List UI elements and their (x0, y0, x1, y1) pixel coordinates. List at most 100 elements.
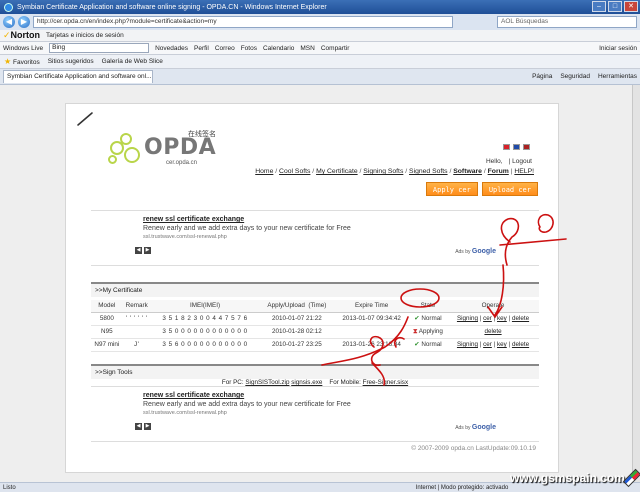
menu-forum[interactable]: Forum (488, 168, 509, 175)
security-menu[interactable]: Seguridad (560, 73, 590, 80)
menu-signed-softs[interactable]: Signed Softs (409, 168, 448, 175)
vertical-scrollbar[interactable] (632, 85, 640, 482)
check-icon: ✔ (414, 341, 420, 348)
user-greeting: Hello, | Logout (485, 158, 532, 165)
favorites-button[interactable]: ★ Favoritos (4, 57, 40, 66)
logout-link[interactable]: | Logout (509, 158, 532, 165)
next-arrow-icon[interactable]: ▶ (144, 247, 151, 254)
apply-time-cell: 2010-01-28 02:12 (259, 325, 335, 339)
column-header: Model (91, 300, 123, 313)
live-item[interactable]: Perfil (194, 45, 209, 52)
cer-link[interactable]: cer (483, 315, 492, 322)
next-arrow-icon[interactable]: ▶ (144, 423, 151, 430)
key-link[interactable]: key (497, 315, 507, 322)
expire-time-cell: 2013-01-26 23:16:34 (334, 338, 409, 352)
column-header: State (408, 300, 448, 313)
site-footer: © 2007-2009 opda.cn LastUpdate:09.10.19 (411, 445, 536, 452)
live-item[interactable]: Novedades (155, 45, 188, 52)
remark-cell: J' (122, 338, 151, 352)
menu-software[interactable]: Software (453, 168, 482, 175)
ads-by-google[interactable]: Ads by Google (455, 248, 496, 255)
signsistool-link[interactable]: SignSISTool.zip (245, 379, 289, 386)
apply-time-cell: 2010-01-07 21:22 (259, 312, 335, 326)
upload-cer-button[interactable]: Upload cer (481, 182, 538, 196)
norton-logo: ✓Norton (3, 30, 41, 40)
page-menu[interactable]: Página (532, 73, 552, 80)
norton-cards-button[interactable]: Tarjetas e inicios de sesión (46, 32, 124, 39)
window-title: Symbian Certificate Application and soft… (17, 3, 327, 11)
windows-live-toolbar: Windows Live Bing Novedades Perfil Corre… (0, 42, 640, 55)
ad-text: Renew early and we add extra days to you… (143, 225, 351, 232)
tab-active[interactable]: Symbian Certificate Application and soft… (3, 70, 153, 83)
ad-url[interactable]: ssl.trustwave.com/ssl-renewal.php (143, 234, 227, 240)
window-controls: – □ ✕ (592, 1, 638, 12)
ads-by-google[interactable]: Ads by Google (455, 424, 496, 431)
model-cell: N97 mini (91, 338, 123, 352)
bing-search-input[interactable]: Bing (49, 43, 150, 53)
delete-link[interactable]: delete (512, 341, 529, 348)
back-button[interactable]: ◀ (3, 16, 15, 28)
windows-live-button[interactable]: Windows Live (3, 45, 43, 52)
signing-link[interactable]: Signing (457, 315, 478, 322)
live-item[interactable]: Calendario (263, 45, 294, 52)
close-button[interactable]: ✕ (624, 1, 638, 12)
apply-cer-button[interactable]: Apply cer (425, 182, 478, 196)
signing-link[interactable]: Signing (457, 341, 478, 348)
expire-time-cell (334, 325, 409, 339)
key-link[interactable]: key (497, 341, 507, 348)
table-row: 5800 ' ' ' ' ' ' 3 5 1 8 2 3 0 0 4 4 7 5… (91, 312, 539, 326)
menu-home[interactable]: Home (255, 168, 273, 175)
delete-link[interactable]: delete (484, 328, 501, 335)
column-header: Apply/Upload (Time) (259, 300, 335, 313)
signsis-exe-link[interactable]: signsis.exe (291, 379, 322, 386)
ad-title[interactable]: renew ssl certificate exchange (143, 392, 244, 399)
ad-url[interactable]: ssl.trustwave.com/ssl-renewal.php (143, 410, 227, 416)
live-item[interactable]: Correo (215, 45, 235, 52)
zone-indicator: Internet | Modo protegido: activado (415, 484, 509, 491)
model-cell: N95 (91, 325, 123, 339)
signin-link[interactable]: Iniciar sesión (599, 45, 637, 52)
opda-logo[interactable]: OPDA 在线签名 cer.opda.cn (106, 129, 216, 169)
menu-my-certificate[interactable]: My Certificate (316, 168, 358, 175)
action-buttons: Apply cer Upload cer (425, 182, 538, 196)
live-item[interactable]: MSN (300, 45, 314, 52)
ad-text: Renew early and we add extra days to you… (143, 401, 351, 408)
live-item[interactable]: Fotos (241, 45, 257, 52)
menu-signing-softs[interactable]: Signing Softs (363, 168, 403, 175)
hourglass-icon: ⧗ (412, 327, 418, 335)
search-input[interactable]: AOL Búsquedas (497, 16, 637, 28)
flag-icon[interactable] (523, 144, 530, 150)
live-item[interactable]: Compartir (321, 45, 350, 52)
expire-time-cell: 2013-01-07 09:34:42 (334, 312, 409, 326)
menu-cool-softs[interactable]: Cool Softs (279, 168, 310, 175)
menu-help[interactable]: HELP! (514, 168, 534, 175)
free-signer-link[interactable]: Free-Signer.sisx (363, 379, 409, 386)
tools-menu[interactable]: Herramientas (598, 73, 637, 80)
forward-button[interactable]: ▶ (18, 16, 30, 28)
suggested-sites-link[interactable]: Sitios sugeridos (48, 58, 94, 65)
imei-cell: 3 5 6 0 0 0 0 0 0 0 0 0 0 0 (150, 338, 260, 352)
table-row: N95 3 5 0 0 0 0 0 0 0 0 0 0 0 0 2010-01-… (91, 325, 539, 339)
cer-link[interactable]: cer (483, 341, 492, 348)
state-cell: ✔ Normal (408, 338, 448, 352)
flag-icon[interactable] (513, 144, 520, 150)
maximize-button[interactable]: □ (608, 1, 622, 12)
gsmspain-watermark: www.gsmspain.com (510, 464, 640, 492)
opda-page: OPDA 在线签名 cer.opda.cn Hello, | Logout Hom… (65, 103, 559, 473)
sign-tools-heading: >>Sign Tools (91, 364, 539, 379)
table-row: N97 mini J' 3 5 6 0 0 0 0 0 0 0 0 0 0 0 … (91, 338, 539, 352)
prev-arrow-icon[interactable]: ◀ (135, 247, 142, 254)
address-input[interactable]: http://cer.opda.cn/en/index.php?module=c… (33, 16, 453, 28)
delete-link[interactable]: delete (512, 315, 529, 322)
operate-cell: Signing | cer | key | delete (447, 312, 539, 326)
ad-block-bottom: renew ssl certificate exchange Renew ear… (91, 386, 539, 442)
ad-title[interactable]: renew ssl certificate exchange (143, 216, 244, 223)
flag-icon[interactable] (503, 144, 510, 150)
window-titlebar: Symbian Certificate Application and soft… (0, 0, 640, 14)
certificate-table: Model Remark IMEI(IMEI) Apply/Upload (Ti… (91, 300, 539, 352)
minimize-button[interactable]: – (592, 1, 606, 12)
prev-arrow-icon[interactable]: ◀ (135, 423, 142, 430)
norton-toolbar: ✓Norton Tarjetas e inicios de sesión (0, 30, 640, 42)
web-slice-gallery-link[interactable]: Galería de Web Slice (102, 58, 163, 65)
operate-cell: Signing | cer | key | delete (447, 338, 539, 352)
